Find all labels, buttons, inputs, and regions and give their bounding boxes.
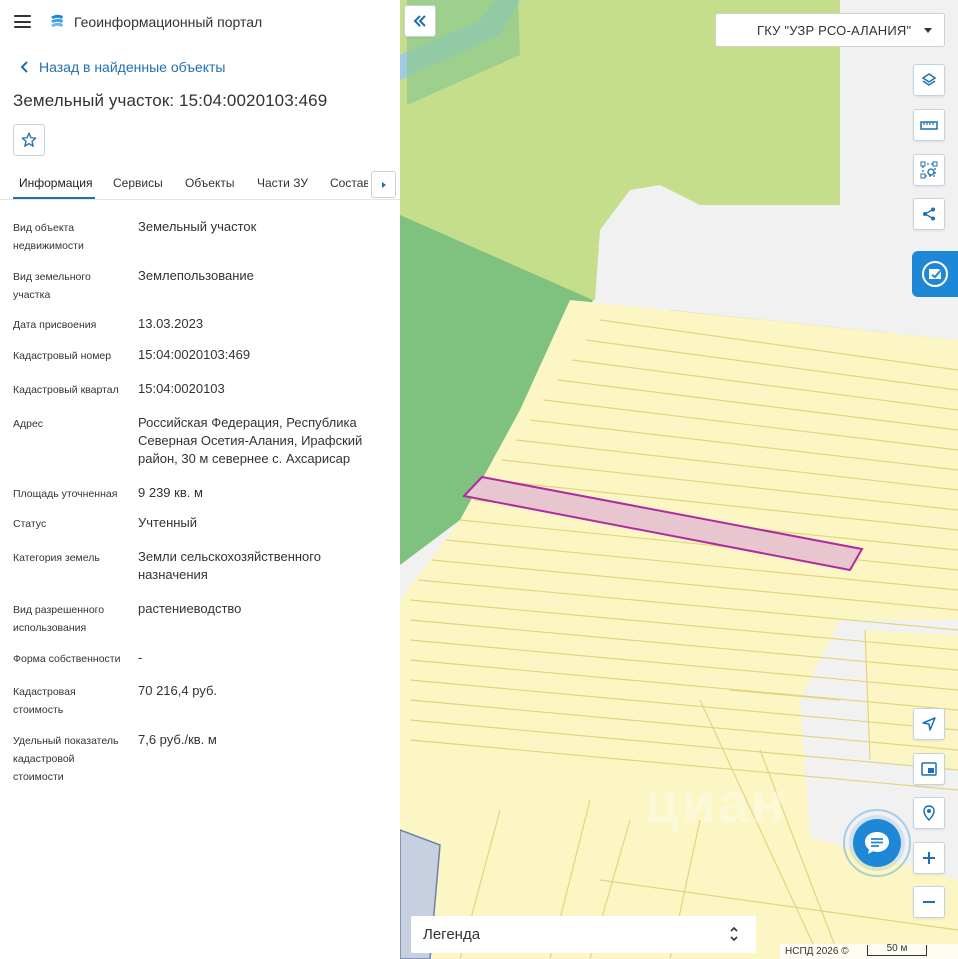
prop-label: Статус (13, 518, 47, 530)
info-panel: Геоинформационный портал Назад в найденн… (0, 0, 400, 959)
prop-value: Учтенный (138, 515, 198, 530)
chevron-left-icon (20, 61, 28, 73)
star-icon (21, 132, 37, 147)
tab-services[interactable]: Сервисы (113, 176, 163, 190)
prop-value: 15:04:0020103:469 (138, 347, 251, 362)
zoom-in-button[interactable] (913, 842, 945, 874)
copyright-text: НСПД 2026 © (785, 946, 849, 957)
chat-icon (865, 832, 889, 854)
organization-select[interactable]: ГКУ "УЗР РСО-АЛАНИЯ" (715, 13, 945, 47)
tab-composition[interactable]: Состав (330, 176, 368, 190)
prop-label: Площадь уточненная (13, 488, 118, 500)
favorite-button[interactable] (13, 124, 45, 156)
prop-label: Адрес (13, 418, 44, 430)
top-bar: Геоинформационный портал (0, 0, 400, 44)
caret-right-icon (381, 181, 386, 188)
tabs-next-button[interactable] (371, 171, 396, 198)
minimap-button[interactable] (913, 753, 945, 785)
prop-value: Земли сельскохозяйственного назначения (138, 549, 321, 582)
map-attribution: НСПД 2026 © 50 м (780, 944, 958, 959)
document-check-icon (922, 261, 948, 287)
scale-bar: 50 м (867, 943, 927, 956)
prop-label: Вид разрешенного использования (13, 604, 105, 634)
tab-bar: Информация Сервисы Объекты Части ЗУ Сост… (0, 166, 400, 200)
prop-value: Российская Федерация, Республика Северна… (138, 415, 363, 466)
prop-value: 15:04:0020103 (138, 381, 225, 396)
map-view[interactable]: циан ГКУ "УЗР РСО-АЛАНИЯ" Легенда НСПД 2… (400, 0, 958, 959)
organization-select-value: ГКУ "УЗР РСО-АЛАНИЯ" (757, 23, 912, 38)
prop-value: 9 239 кв. м (138, 485, 203, 500)
layers-icon (921, 73, 937, 86)
tab-objects[interactable]: Объекты (185, 176, 235, 190)
prop-value: 70 216,4 руб. (138, 683, 218, 698)
prop-label: Кадастровый квартал (13, 384, 119, 396)
prop-value: 13.03.2023 (138, 316, 204, 331)
location-pin-icon (923, 805, 935, 821)
prop-label: Кадастровая стоимость (13, 686, 76, 716)
menu-icon[interactable] (14, 15, 31, 28)
active-tab-indicator (13, 197, 95, 199)
prop-value: растениеводство (138, 601, 242, 616)
area-select-button[interactable] (913, 154, 945, 186)
back-link-label: Назад в найденные объекты (39, 59, 226, 75)
prop-value: Земельный участок (138, 219, 257, 234)
legend-toggle[interactable]: Легенда (411, 916, 756, 953)
prop-value: 7,6 руб./кв. м (138, 732, 217, 747)
collapse-panel-button[interactable] (404, 5, 436, 37)
zoom-out-button[interactable] (913, 886, 945, 918)
tab-information[interactable]: Информация (19, 176, 92, 190)
plus-icon (923, 852, 935, 864)
minus-icon (923, 901, 935, 903)
expand-collapse-icon (730, 926, 738, 942)
layers-button[interactable] (913, 64, 945, 96)
prop-label: Дата присвоения (13, 319, 97, 331)
picture-in-picture-icon (921, 762, 937, 776)
navigation-arrow-icon (922, 717, 936, 731)
portal-title: Геоинформационный портал (74, 14, 263, 30)
measure-button[interactable] (913, 109, 945, 141)
back-link[interactable]: Назад в найденные объекты (16, 58, 225, 76)
geolocation-button[interactable] (913, 797, 945, 829)
tab-parts[interactable]: Части ЗУ (257, 176, 308, 190)
share-icon (923, 207, 935, 221)
watermark-text: циан (645, 771, 787, 834)
chat-button[interactable] (853, 819, 901, 867)
prop-label: Категория земель (13, 552, 100, 564)
prop-label: Кадастровый номер (13, 350, 112, 362)
prop-label: Вид объекта недвижимости (13, 222, 84, 252)
prop-label: Вид земельного участка (13, 271, 91, 301)
ruler-icon (920, 121, 938, 130)
scale-label: 50 м (886, 943, 908, 954)
page-title: Земельный участок: 15:04:0020103:469 (13, 91, 328, 110)
share-button[interactable] (913, 198, 945, 230)
selection-area-icon (920, 161, 938, 179)
double-chevron-left-icon (413, 15, 426, 27)
locate-button[interactable] (913, 708, 945, 740)
prop-label: Удельный показатель кадастровой стоимост… (13, 735, 119, 783)
legend-label: Легенда (423, 926, 481, 943)
portal-logo-icon (51, 14, 63, 27)
side-panel-tab[interactable] (912, 251, 958, 297)
caret-down-icon (924, 28, 932, 33)
prop-label: Форма собственности (13, 653, 121, 665)
prop-value: - (138, 650, 143, 665)
prop-value: Землепользование (138, 268, 254, 283)
